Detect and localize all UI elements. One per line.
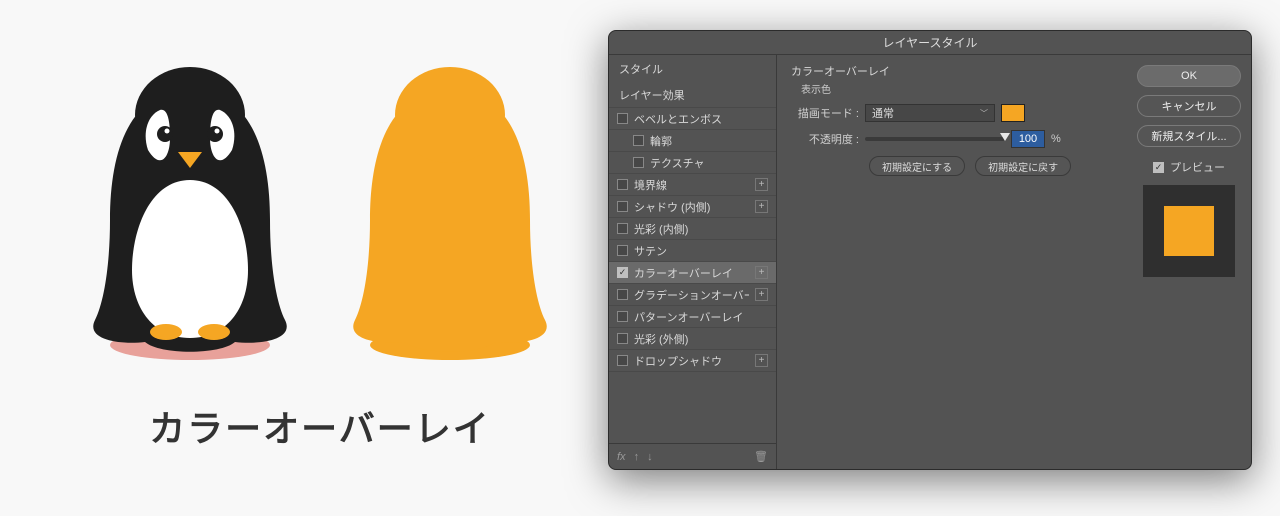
style-checkbox[interactable] (617, 333, 628, 344)
style-label: サテン (634, 243, 768, 259)
style-label: 輪郭 (650, 133, 768, 149)
style-label: テクスチャ (650, 155, 768, 171)
blend-mode-label: 描画モード : (791, 105, 859, 121)
style-label: 境界線 (634, 177, 749, 193)
style-label: グラデーションオーバーレイ (634, 287, 749, 303)
style-checkbox[interactable] (617, 311, 628, 322)
settings-panel: カラーオーバーレイ 表示色 描画モード : 通常 ﹀ 不透明度 : 100 % … (777, 55, 1133, 469)
style-label: 光彩 (外側) (634, 331, 768, 347)
illustration-row (40, 60, 600, 360)
caption-text: カラーオーバーレイ (40, 400, 600, 452)
arrow-up-icon[interactable]: ↑ (634, 451, 640, 463)
preview-checkbox[interactable] (1153, 162, 1164, 173)
style-checkbox[interactable] (617, 223, 628, 234)
slider-thumb-icon[interactable] (1000, 133, 1010, 141)
opacity-slider[interactable] (865, 137, 1005, 141)
style-checkbox[interactable] (617, 201, 628, 212)
section-title: カラーオーバーレイ (791, 63, 1119, 79)
style-label: 光彩 (内側) (634, 221, 768, 237)
new-style-button[interactable]: 新規スタイル... (1137, 125, 1241, 147)
opacity-input[interactable]: 100 (1011, 130, 1045, 148)
style-item-3[interactable]: 境界線 + (609, 174, 776, 196)
style-item-1[interactable]: 輪郭 (609, 130, 776, 152)
penguin-overlay-icon (330, 60, 570, 360)
reset-default-button[interactable]: 初期設定に戻す (975, 156, 1071, 176)
style-checkbox[interactable] (617, 245, 628, 256)
style-item-2[interactable]: テクスチャ (609, 152, 776, 174)
add-effect-icon[interactable]: + (755, 178, 768, 191)
style-checkbox[interactable] (617, 355, 628, 366)
fieldset-label: 表示色 (791, 81, 1119, 96)
style-sidebar: スタイル レイヤー効果 ベベルとエンボス輪郭テクスチャ境界線+シャドウ (内側)… (609, 55, 777, 469)
add-effect-icon[interactable]: + (755, 354, 768, 367)
preview-toggle[interactable]: プレビュー (1153, 159, 1225, 175)
style-checkbox[interactable] (633, 135, 644, 146)
opacity-unit: % (1051, 133, 1061, 145)
style-item-11[interactable]: ドロップシャドウ + (609, 350, 776, 372)
style-checkbox[interactable] (633, 157, 644, 168)
penguin-original-icon (70, 60, 310, 360)
dialog-title: レイヤースタイル (609, 31, 1251, 55)
color-swatch[interactable] (1001, 104, 1025, 122)
add-effect-icon[interactable]: + (755, 266, 768, 279)
add-effect-icon[interactable]: + (755, 288, 768, 301)
preview-box (1143, 185, 1235, 277)
style-item-0[interactable]: ベベルとエンボス (609, 108, 776, 130)
style-label: ベベルとエンボス (634, 111, 768, 127)
preview-label: プレビュー (1170, 159, 1225, 175)
style-item-10[interactable]: 光彩 (外側) (609, 328, 776, 350)
sidebar-subheader[interactable]: レイヤー効果 (609, 81, 776, 108)
style-list: ベベルとエンボス輪郭テクスチャ境界線 + シャドウ (内側) + 光彩 (内側) サテンカ… (609, 108, 776, 443)
make-default-button[interactable]: 初期設定にする (869, 156, 965, 176)
style-item-8[interactable]: グラデーションオーバーレイ + (609, 284, 776, 306)
style-item-9[interactable]: パターンオーバーレイ (609, 306, 776, 328)
illustration-panel: カラーオーバーレイ (40, 60, 600, 452)
style-checkbox[interactable] (617, 179, 628, 190)
dialog-actions: OK キャンセル 新規スタイル... プレビュー (1133, 55, 1251, 469)
sidebar-header[interactable]: スタイル (609, 55, 776, 81)
style-label: カラーオーバーレイ (634, 265, 749, 281)
style-checkbox[interactable] (617, 267, 628, 278)
style-item-7[interactable]: カラーオーバーレイ + (609, 262, 776, 284)
style-item-6[interactable]: サテン (609, 240, 776, 262)
style-item-5[interactable]: 光彩 (内側) (609, 218, 776, 240)
layer-style-dialog: レイヤースタイル スタイル レイヤー効果 ベベルとエンボス輪郭テクスチャ境界線 +… (608, 30, 1252, 470)
add-effect-icon[interactable]: + (755, 200, 768, 213)
fx-label[interactable]: fx (617, 451, 626, 463)
preview-swatch (1164, 206, 1214, 256)
arrow-down-icon[interactable]: ↓ (647, 451, 653, 463)
style-label: ドロップシャドウ (634, 353, 749, 369)
ok-button[interactable]: OK (1137, 65, 1241, 87)
opacity-label: 不透明度 : (791, 131, 859, 147)
style-checkbox[interactable] (617, 113, 628, 124)
cancel-button[interactable]: キャンセル (1137, 95, 1241, 117)
chevron-down-icon: ﹀ (980, 108, 988, 119)
blend-mode-select[interactable]: 通常 ﹀ (865, 104, 995, 122)
style-label: シャドウ (内側) (634, 199, 749, 215)
style-label: パターンオーバーレイ (634, 309, 768, 325)
style-item-4[interactable]: シャドウ (内側) + (609, 196, 776, 218)
style-checkbox[interactable] (617, 289, 628, 300)
trash-icon[interactable]: 🗑 (754, 450, 768, 463)
blend-mode-value: 通常 (872, 105, 894, 121)
sidebar-footer: fx ↑ ↓ 🗑 (609, 443, 776, 469)
